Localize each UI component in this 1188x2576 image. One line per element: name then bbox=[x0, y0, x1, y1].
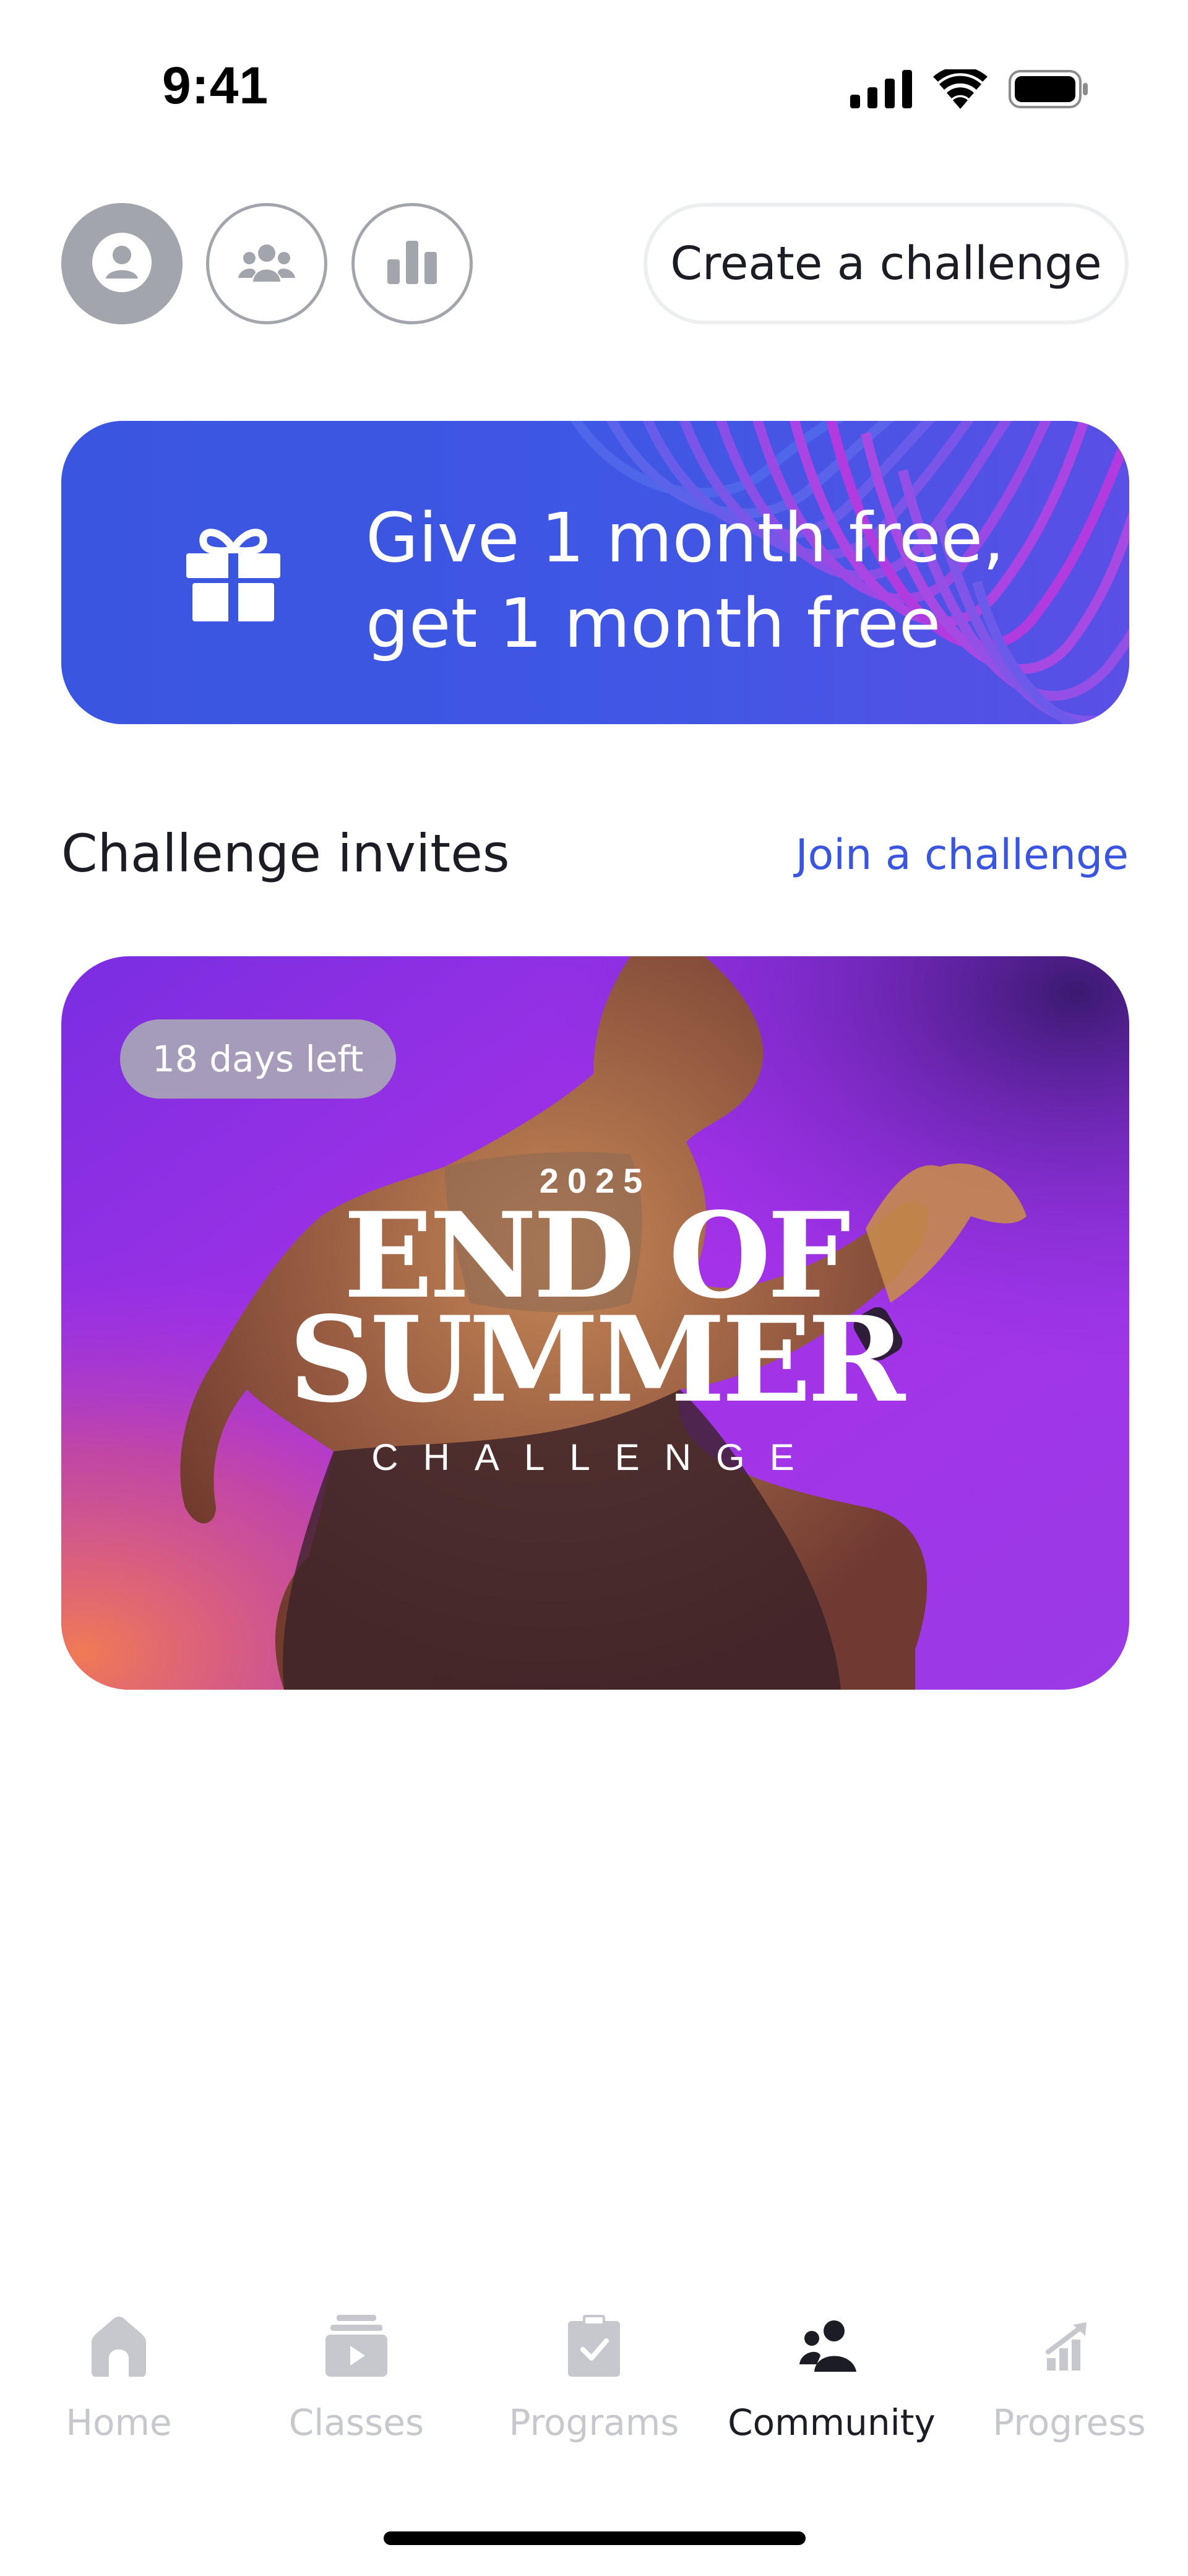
leaderboard-icon bbox=[387, 240, 437, 287]
friends-button[interactable] bbox=[206, 203, 327, 324]
classes-icon bbox=[325, 2302, 387, 2389]
referral-promo-banner[interactable]: Give 1 month free, get 1 month free bbox=[61, 421, 1129, 724]
join-challenge-link[interactable]: Join a challenge bbox=[796, 831, 1129, 880]
tab-classes[interactable]: Classes bbox=[238, 2302, 475, 2463]
status-time: 9:41 bbox=[162, 56, 269, 115]
group-icon bbox=[237, 241, 296, 287]
status-bar: 9:41 bbox=[0, 0, 1188, 155]
tab-programs-label: Programs bbox=[509, 2401, 679, 2444]
profile-button[interactable] bbox=[61, 203, 183, 324]
challenge-card[interactable]: 18 days left 2025 END OF SUMMER CHALLENG… bbox=[61, 956, 1129, 1690]
challenge-subtitle: CHALLENGE bbox=[371, 1437, 819, 1478]
status-icons bbox=[850, 66, 1089, 112]
battery-icon bbox=[1009, 70, 1089, 111]
tab-community[interactable]: Community bbox=[713, 2302, 950, 2463]
home-icon bbox=[89, 2302, 148, 2389]
tab-progress-label: Progress bbox=[992, 2401, 1146, 2444]
progress-chart-icon bbox=[1044, 2302, 1094, 2389]
tab-progress[interactable]: Progress bbox=[950, 2302, 1188, 2463]
wifi-icon bbox=[933, 66, 988, 112]
promo-line-2: get 1 month free bbox=[366, 584, 941, 663]
home-indicator[interactable] bbox=[384, 2531, 806, 2545]
tab-home-label: Home bbox=[66, 2401, 172, 2444]
create-challenge-button[interactable]: Create a challenge bbox=[644, 203, 1129, 324]
tab-community-label: Community bbox=[728, 2401, 936, 2444]
promo-text: Give 1 month free, get 1 month free bbox=[366, 495, 1004, 666]
cellular-signal-icon bbox=[850, 70, 912, 111]
promo-line-1: Give 1 month free, bbox=[366, 498, 1005, 577]
challenge-invites-heading: Challenge invites bbox=[61, 823, 510, 884]
challenge-title: END OF SUMMER bbox=[61, 1197, 1129, 1428]
profile-icon bbox=[91, 231, 153, 296]
days-left-badge: 18 days left bbox=[120, 1019, 396, 1099]
community-icon bbox=[799, 2302, 864, 2389]
challenge-title-line-2: SUMMER bbox=[288, 1290, 905, 1428]
leaderboard-button[interactable] bbox=[351, 203, 473, 324]
clipboard-check-icon bbox=[568, 2302, 620, 2389]
gift-icon bbox=[185, 525, 282, 625]
tab-bar: Home Classes Programs Community Progress bbox=[0, 2302, 1188, 2463]
top-controls: Create a challenge bbox=[0, 203, 1188, 324]
tab-programs[interactable]: Programs bbox=[475, 2302, 713, 2463]
tab-classes-label: Classes bbox=[288, 2401, 424, 2444]
tab-home[interactable]: Home bbox=[0, 2302, 238, 2463]
